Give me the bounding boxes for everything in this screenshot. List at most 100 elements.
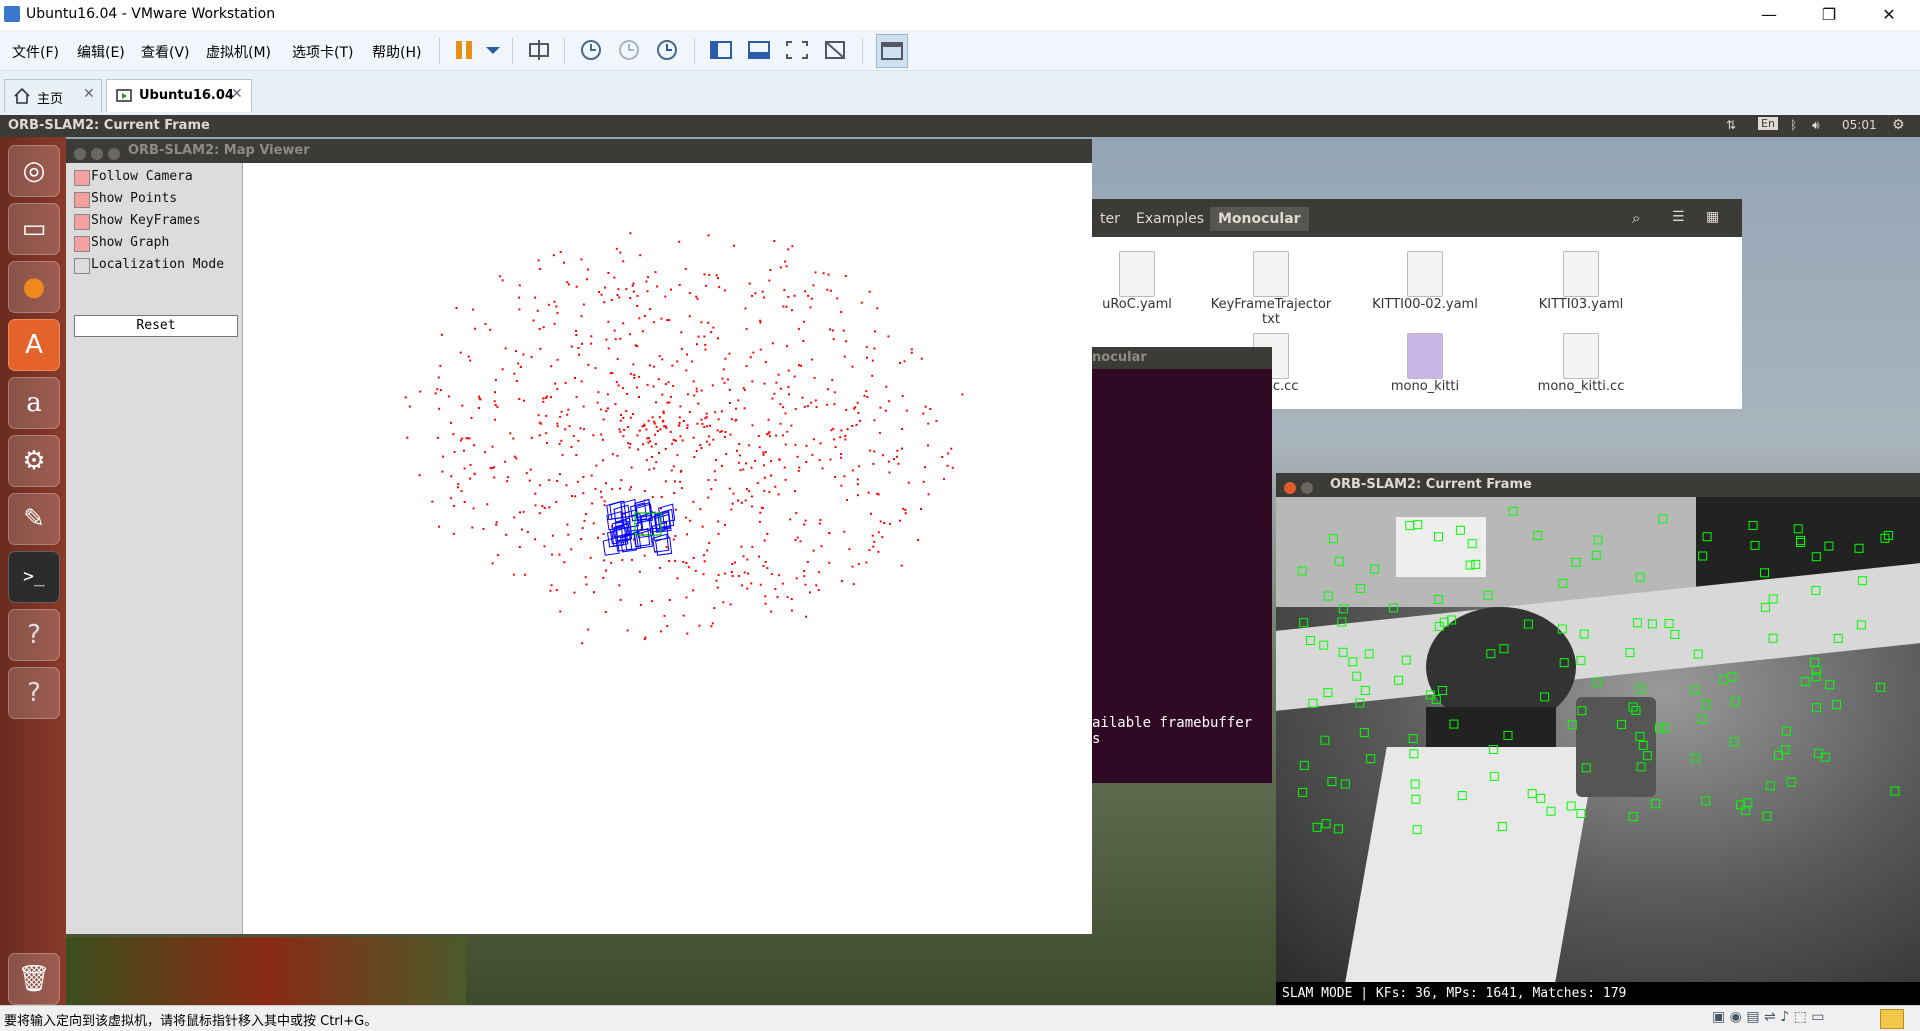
guest-screen[interactable]: ORB-SLAM2: Current Frame ⇅ En ᛒ 🔊︎ 05:01… (0, 115, 1920, 1005)
terminal-icon[interactable]: >_ (8, 551, 60, 603)
list-view-icon[interactable]: ☰ (1672, 209, 1685, 225)
breadcrumb-item[interactable]: Examples (1128, 207, 1212, 231)
menu-file[interactable]: 文件(F) (12, 42, 59, 62)
thumbnail-bar-icon[interactable] (746, 38, 772, 62)
map-point (682, 614, 685, 617)
tab-ubuntu[interactable]: Ubuntu16.04 ✕ (106, 79, 252, 112)
unknown-app-icon[interactable]: ? (8, 667, 60, 719)
minimize-button[interactable]: — (1746, 0, 1792, 30)
files-icon[interactable]: ▭ (8, 203, 60, 255)
send-keys-icon[interactable] (526, 38, 552, 62)
trash-icon[interactable]: 🗑︎ (8, 953, 60, 1005)
reset-button[interactable]: Reset (74, 315, 238, 337)
message-log-icon[interactable] (1880, 1009, 1904, 1029)
unity-mode-icon[interactable] (822, 38, 848, 62)
close-button[interactable]: ✕ (1866, 0, 1912, 30)
file-item[interactable]: KeyFrameTrajector txt (1206, 251, 1336, 327)
tab-home[interactable]: 主页 ✕ (4, 79, 102, 112)
sidebar-toggle-icon[interactable] (708, 38, 734, 62)
terminal-line: ailable framebuffer (1092, 715, 1253, 731)
feature-marker (1360, 686, 1370, 695)
map-point (743, 571, 746, 574)
file-item[interactable]: KITTI00-02.yaml (1360, 251, 1490, 312)
maximize-icon[interactable] (108, 148, 120, 160)
menu-view[interactable]: 查看(V) (141, 42, 190, 62)
close-icon[interactable]: ✕ (231, 86, 243, 102)
breadcrumb-item-active[interactable]: Monocular (1210, 207, 1309, 231)
search-icon[interactable]: ⌕ (1632, 209, 1640, 227)
map-point (643, 315, 646, 317)
revert-snapshot-icon[interactable] (616, 38, 642, 62)
text-editor-icon[interactable]: ✎ (8, 493, 60, 545)
close-icon[interactable] (1284, 482, 1296, 494)
system-settings-icon[interactable]: ⚙ (8, 435, 60, 487)
bluetooth-icon[interactable]: ᛒ (1790, 118, 1797, 132)
checkbox[interactable] (74, 192, 90, 208)
menu-vm[interactable]: 虚拟机(M) (206, 42, 271, 62)
device-icons[interactable]: ▣ ◉ ▤ ⇌ ♪ ⬚ ▭ (1712, 1009, 1825, 1025)
map-point (734, 419, 737, 422)
map-point (550, 396, 552, 399)
close-icon[interactable]: ✕ (83, 86, 95, 102)
unknown-app-icon[interactable]: ? (8, 609, 60, 661)
map-point (668, 319, 671, 322)
map-point (707, 479, 710, 481)
map-point (501, 368, 504, 371)
map-point (636, 305, 639, 307)
network-icon[interactable]: ⇅ (1726, 118, 1736, 132)
map-point (810, 297, 813, 300)
volume-icon[interactable]: 🔊︎ (1812, 118, 1820, 133)
snapshot-manager-icon[interactable] (654, 38, 680, 62)
terminal-window[interactable]: nocular ailable framebuffer s (1092, 347, 1272, 783)
snapshot-icon[interactable] (578, 38, 604, 62)
map-point (484, 323, 487, 325)
checkbox[interactable] (74, 170, 90, 186)
file-item[interactable]: mono_kitti (1360, 333, 1490, 394)
maximize-button[interactable]: ❐ (1806, 0, 1852, 30)
map-point (758, 446, 761, 449)
map-point (819, 442, 822, 445)
map-point (795, 512, 798, 515)
ubuntu-dash-icon[interactable]: ◎ (8, 145, 60, 197)
checkbox[interactable] (74, 214, 90, 230)
fullscreen-icon[interactable] (784, 38, 810, 62)
checkbox[interactable] (74, 258, 90, 274)
toolbar-separator (564, 38, 565, 64)
checkbox[interactable] (74, 236, 90, 252)
map-point (805, 461, 808, 463)
file-item[interactable]: KITTI03.yaml (1516, 251, 1646, 312)
menu-help[interactable]: 帮助(H) (372, 42, 421, 62)
console-view-icon[interactable] (876, 34, 908, 68)
map-point (649, 308, 652, 311)
menu-edit[interactable]: 编辑(E) (77, 42, 125, 62)
grid-view-icon[interactable]: ▦ (1706, 209, 1719, 225)
map-3d-canvas[interactable] (243, 163, 1092, 934)
minimize-icon[interactable] (1301, 482, 1313, 494)
gear-icon[interactable]: ⚙ (1892, 117, 1905, 133)
software-center-icon[interactable]: A (8, 319, 60, 371)
feature-marker (1579, 629, 1589, 639)
map-point (812, 549, 815, 552)
map-point (636, 386, 639, 389)
map-point (668, 560, 671, 562)
map-point (746, 587, 749, 590)
amazon-icon[interactable]: a (8, 377, 60, 429)
map-point (690, 360, 693, 363)
map-point (794, 443, 797, 446)
map-point (606, 407, 609, 410)
close-icon[interactable] (74, 148, 86, 160)
map-point (518, 308, 521, 311)
chevron-down-icon[interactable] (480, 38, 506, 62)
map-point (543, 545, 546, 548)
feature-marker (1670, 630, 1680, 639)
pause-icon[interactable] (452, 38, 478, 62)
map-point (529, 468, 532, 471)
keyboard-layout-indicator[interactable]: En (1758, 117, 1778, 130)
map-point (692, 436, 695, 439)
minimize-icon[interactable] (91, 148, 103, 160)
breadcrumb-item[interactable]: ter (1092, 207, 1128, 231)
clock[interactable]: 05:01 (1842, 118, 1877, 132)
menu-tabs[interactable]: 选项卡(T) (292, 42, 353, 62)
firefox-icon[interactable]: ● (8, 261, 60, 313)
file-item[interactable]: mono_kitti.cc (1516, 333, 1646, 394)
